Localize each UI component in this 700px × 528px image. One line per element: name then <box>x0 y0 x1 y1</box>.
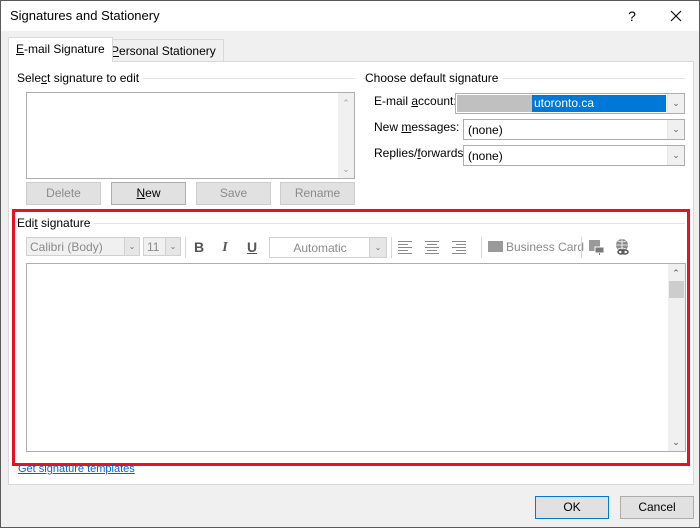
scrollbar[interactable]: ⌃ ⌄ <box>338 93 354 178</box>
ok-button[interactable]: OK <box>535 496 609 519</box>
signatures-dialog: Signatures and Stationery ? E-mail Signa… <box>0 0 700 528</box>
tab-email-signature[interactable]: E-mail Signature <box>8 37 113 62</box>
chevron-down-icon[interactable]: ⌄ <box>338 161 354 177</box>
select-signature-label: Select signature to edit <box>17 71 144 85</box>
new-messages-select[interactable]: (none) ⌄ <box>463 119 685 140</box>
replies-forwards-select[interactable]: (none) ⌄ <box>463 145 685 166</box>
replies-forwards-label: Replies/forwards: <box>374 146 467 160</box>
chevron-down-icon[interactable]: ⌄ <box>667 146 684 165</box>
get-templates-link[interactable]: Get signature templates <box>18 463 135 475</box>
new-messages-value: (none) <box>468 123 503 137</box>
tab-accel: E <box>16 42 25 56</box>
help-button[interactable]: ? <box>621 5 643 27</box>
replies-forwards-value: (none) <box>468 149 503 163</box>
email-account-label: E-mail account: <box>374 94 457 108</box>
redacted-region <box>457 95 532 112</box>
close-button[interactable] <box>663 5 689 27</box>
tab-personal-stationery[interactable]: Personal Stationery <box>103 39 224 62</box>
email-account-value: utoronto.ca <box>534 96 595 110</box>
tab-label: ersonal Stationery <box>119 44 216 58</box>
chevron-down-icon[interactable]: ⌄ <box>667 120 684 139</box>
delete-button[interactable]: Delete <box>26 182 101 205</box>
title-bar: Signatures and Stationery ? <box>1 1 699 31</box>
tab-label: -mail Signature <box>24 42 105 56</box>
chevron-down-icon[interactable]: ⌄ <box>667 94 684 113</box>
rename-button[interactable]: Rename <box>280 182 355 205</box>
email-account-select[interactable]: utoronto.ca ⌄ <box>455 93 685 114</box>
chevron-up-icon[interactable]: ⌃ <box>338 95 354 111</box>
new-messages-label: New messages: <box>374 120 460 134</box>
new-button[interactable]: New <box>111 182 186 205</box>
close-icon <box>670 10 682 22</box>
save-button[interactable]: Save <box>196 182 271 205</box>
cancel-button[interactable]: Cancel <box>620 496 694 519</box>
signature-list[interactable]: ⌃ ⌄ <box>26 92 355 179</box>
window-title: Signatures and Stationery <box>10 8 160 23</box>
default-signature-label: Choose default signature <box>365 71 503 85</box>
highlight-box <box>12 209 690 466</box>
